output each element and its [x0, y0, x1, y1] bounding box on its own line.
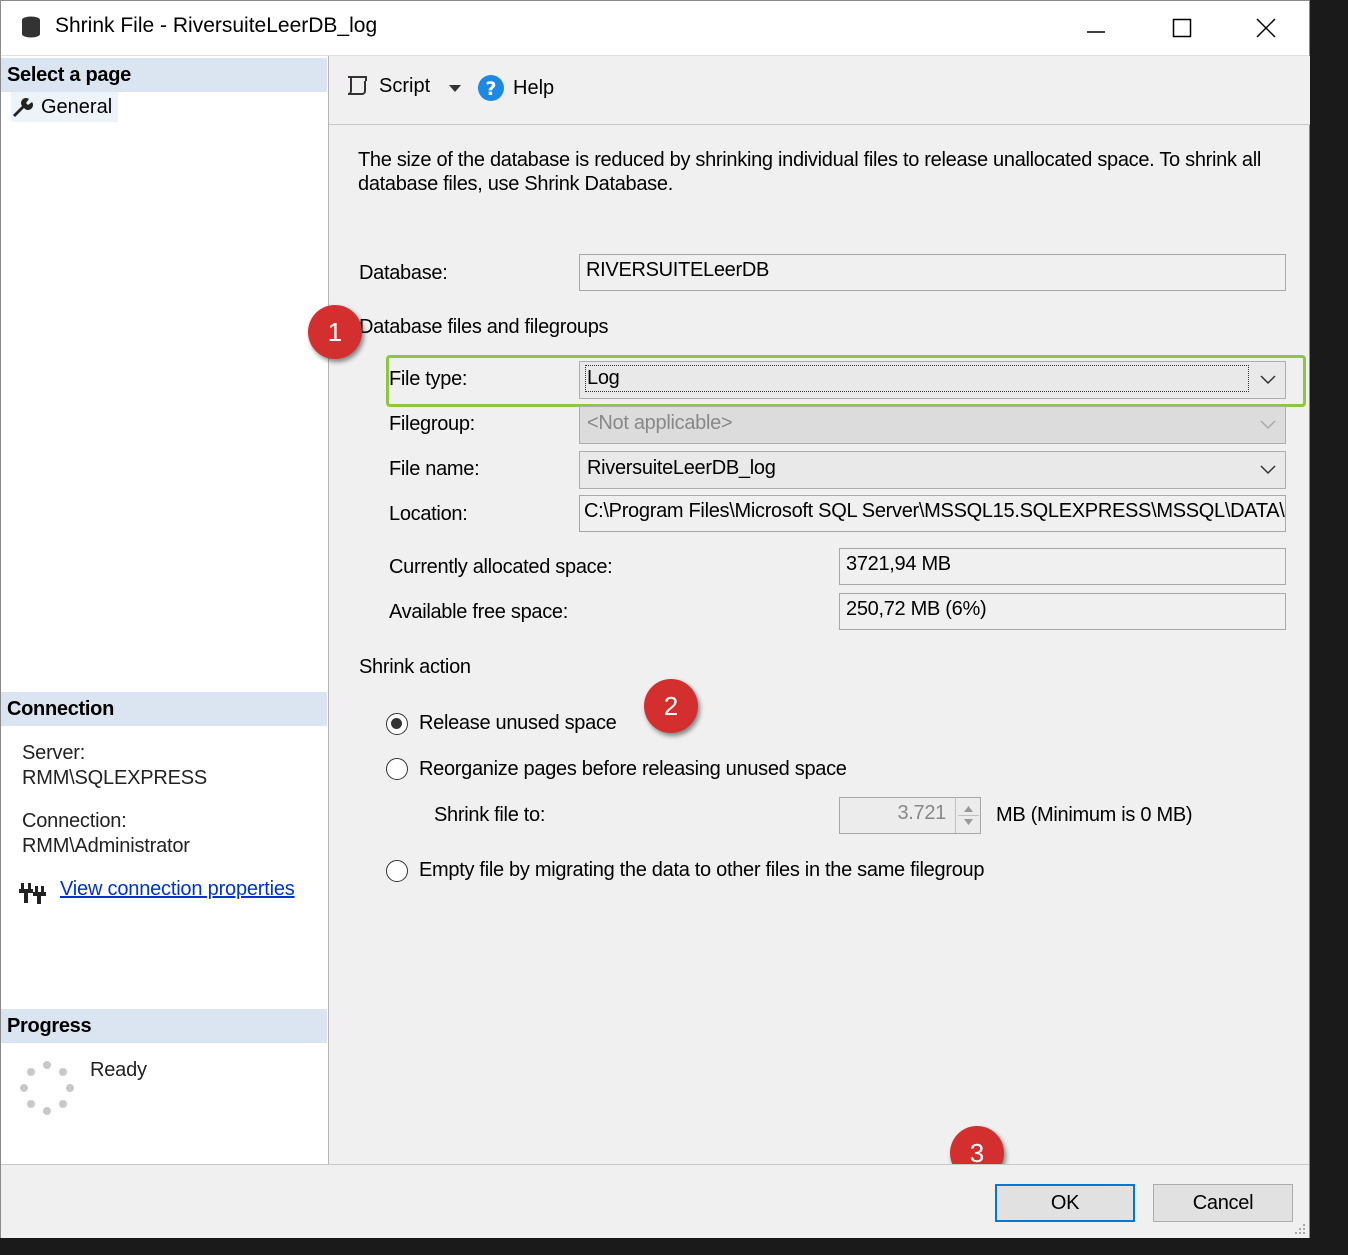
server-value: RMM\SQLEXPRESS: [22, 767, 208, 789]
database-icon: [22, 16, 40, 38]
allocated-label: Currently allocated space:: [389, 556, 613, 578]
progress-spinner-icon: [20, 1061, 74, 1115]
database-field[interactable]: RIVERSUITELeerDB: [579, 254, 1286, 291]
svg-text:?: ?: [485, 78, 496, 100]
view-connection-properties-link[interactable]: View connection properties: [60, 878, 295, 901]
description-text: The size of the database is reduced by s…: [358, 149, 1262, 195]
step-2-badge: 2: [644, 679, 698, 733]
maximize-icon: [1172, 18, 1192, 38]
filegroup-label: Filegroup:: [389, 413, 475, 435]
maximize-button[interactable]: [1139, 1, 1225, 55]
ok-button[interactable]: OK: [995, 1184, 1135, 1222]
empty-file-label[interactable]: Empty file by migrating the data to othe…: [419, 859, 984, 882]
stepper-arrows-icon: [958, 806, 979, 825]
progress-header: Progress: [1, 1009, 327, 1043]
location-label: Location:: [389, 503, 468, 525]
file-type-combo[interactable]: Log: [579, 361, 1286, 399]
file-type-value: Log: [585, 365, 1249, 392]
shrink-to-unit: MB (Minimum is 0 MB): [996, 804, 1193, 826]
file-name-value: RiversuiteLeerDB_log: [587, 457, 776, 479]
progress-status: Ready: [90, 1059, 147, 1081]
file-name-combo[interactable]: RiversuiteLeerDB_log: [579, 451, 1286, 489]
allocated-field[interactable]: 3721,94 MB: [839, 548, 1286, 585]
location-field[interactable]: C:\Program Files\Microsoft SQL Server\MS…: [579, 495, 1286, 532]
shrink-action-label: Shrink action: [359, 656, 471, 678]
file-name-label: File name:: [389, 458, 480, 480]
toolbar: Script ? Help: [329, 56, 1310, 125]
server-label: Server:: [22, 742, 86, 764]
script-button[interactable]: Script: [345, 74, 430, 98]
connection-value: RMM\Administrator: [22, 835, 190, 857]
help-label: Help: [513, 76, 555, 99]
reorganize-label[interactable]: Reorganize pages before releasing unused…: [419, 758, 847, 781]
release-radio[interactable]: [386, 713, 408, 735]
chevron-down-icon: [1251, 362, 1285, 398]
select-page-header: Select a page: [1, 58, 327, 92]
connection-label: Connection:: [22, 810, 127, 832]
file-type-label: File type:: [389, 368, 468, 390]
step-1-badge: 1: [308, 305, 362, 359]
window-title: Shrink File - RiversuiteLeerDB_log: [55, 14, 378, 37]
left-pane: Select a page General Connection Server:…: [1, 56, 329, 1164]
chevron-down-icon: [1251, 452, 1285, 488]
minimize-button[interactable]: [1053, 1, 1139, 55]
footer: OK Cancel: [1, 1164, 1309, 1238]
close-button[interactable]: [1223, 1, 1309, 55]
shrink-to-stepper: [955, 798, 981, 833]
filegroup-combo: <Not applicable>: [579, 406, 1286, 444]
title-bar: Shrink File - RiversuiteLeerDB_log: [1, 1, 1309, 56]
connection-header: Connection: [1, 692, 327, 726]
empty-file-radio[interactable]: [386, 860, 408, 882]
script-dropdown-icon[interactable]: [448, 84, 462, 94]
reorganize-radio[interactable]: [386, 758, 408, 780]
page-item-general-label: General: [41, 95, 113, 118]
free-label: Available free space:: [389, 601, 569, 623]
chevron-down-icon: [1251, 407, 1285, 443]
script-label: Script: [379, 74, 431, 97]
wrench-icon: [13, 98, 33, 117]
cancel-button[interactable]: Cancel: [1153, 1184, 1293, 1222]
filegroup-value: <Not applicable>: [587, 412, 733, 434]
connection-properties-icon: [19, 883, 46, 904]
shrink-file-dialog: Shrink File - RiversuiteLeerDB_log Selec…: [0, 0, 1310, 1238]
help-icon: ?: [478, 75, 504, 101]
close-icon: [1256, 18, 1276, 38]
minimize-icon: [1087, 31, 1105, 33]
free-field[interactable]: 250,72 MB (6%): [839, 593, 1286, 630]
files-group-label: Database files and filegroups: [359, 316, 609, 338]
help-button[interactable]: ? Help: [477, 74, 554, 102]
database-label: Database:: [359, 262, 448, 284]
resize-grip-icon[interactable]: [1294, 1223, 1306, 1235]
script-icon: [347, 76, 367, 95]
shrink-to-label: Shrink file to:: [434, 804, 546, 826]
page-item-general[interactable]: General: [11, 92, 119, 122]
release-label[interactable]: Release unused space: [419, 712, 617, 735]
